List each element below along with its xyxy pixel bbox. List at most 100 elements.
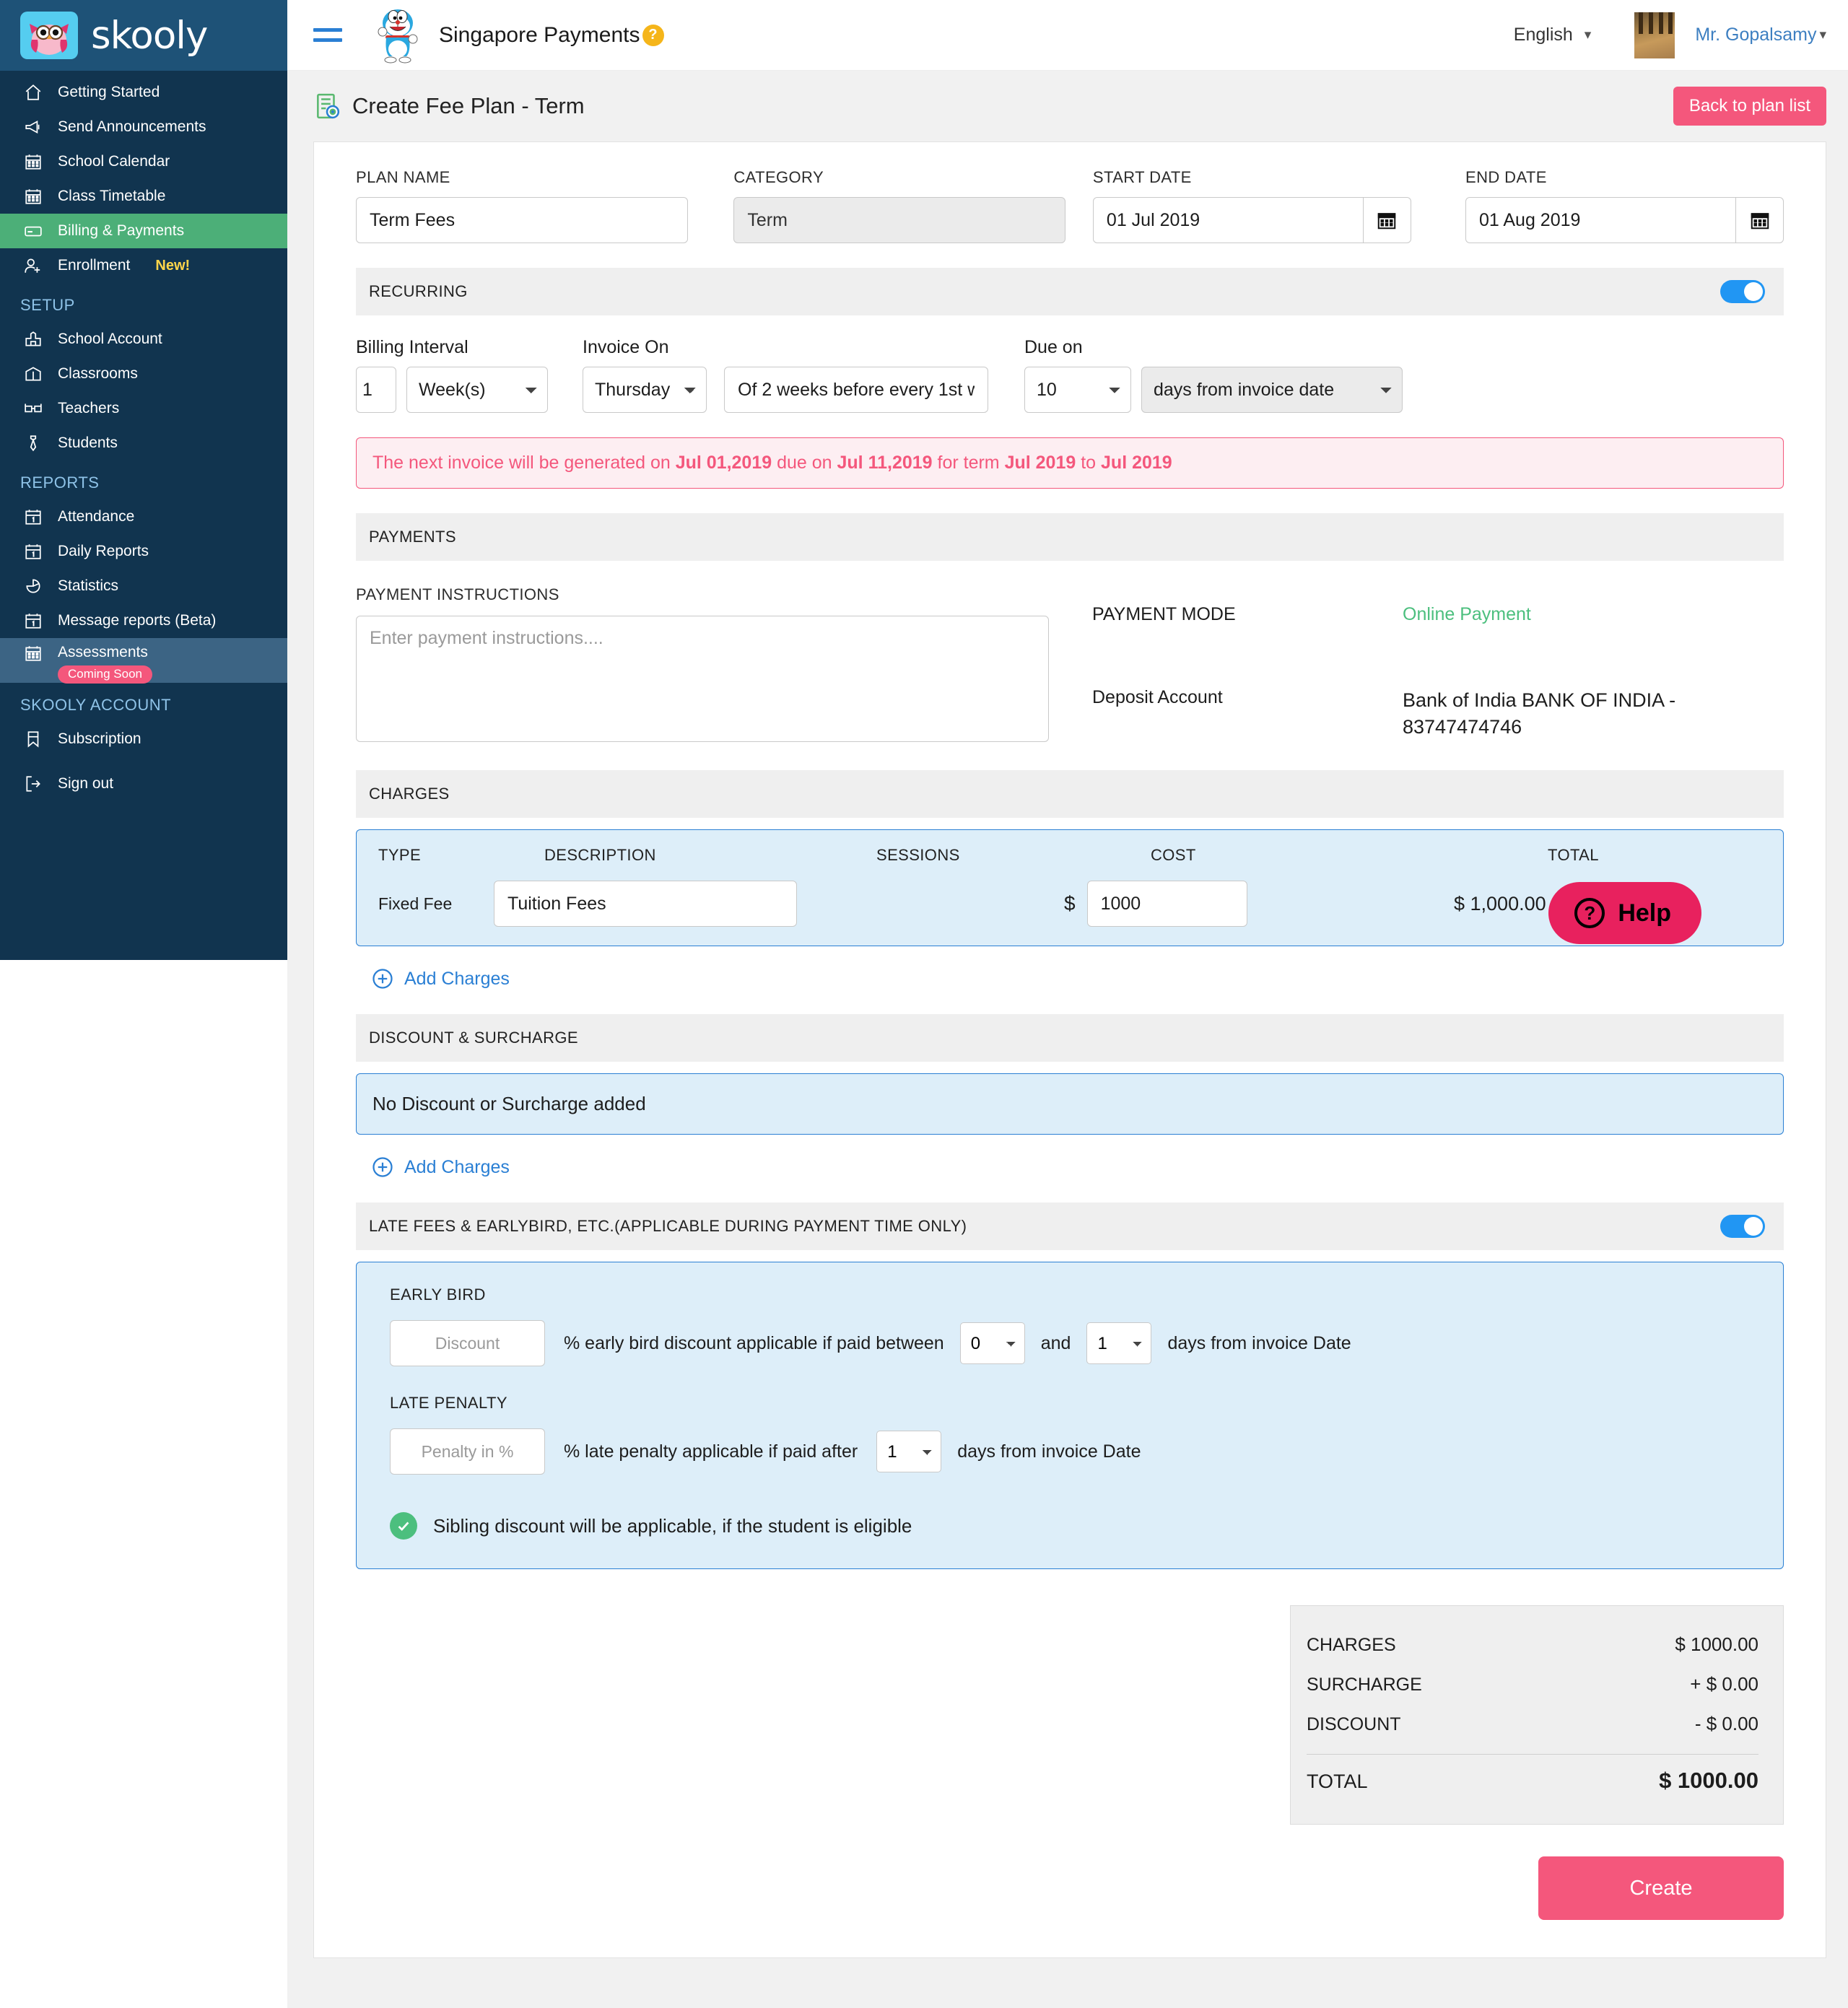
sidebar-item-billing-payments[interactable]: Billing & Payments <box>0 214 287 248</box>
sidebar-item-send-announcements[interactable]: Send Announcements <box>0 110 287 144</box>
billing-interval-unit-select[interactable]: Week(s) <box>406 367 548 413</box>
plan-name-input[interactable] <box>356 197 688 243</box>
summary-charges-row: CHARGES $ 1000.00 <box>1307 1625 1758 1664</box>
due-on-field: Due on 10 days from invoice date <box>1024 337 1403 413</box>
payment-instructions-textarea[interactable] <box>356 616 1049 742</box>
billing-interval-count-select[interactable]: 1 <box>356 367 396 413</box>
late-penalty-row: % late penalty applicable if paid after … <box>390 1428 1761 1475</box>
invoice-on-day-select[interactable]: Thursday <box>583 367 707 413</box>
start-date-input[interactable] <box>1092 197 1364 243</box>
late-penalty-suffix: days from invoice Date <box>957 1441 1141 1462</box>
recurring-toggle[interactable] <box>1720 280 1765 303</box>
charge-type-value: Fixed Fee <box>378 894 453 913</box>
avatar[interactable] <box>1634 12 1675 58</box>
sidebar-item-classrooms[interactable]: Classrooms <box>0 357 287 391</box>
summary-total-label: TOTAL <box>1307 1771 1368 1792</box>
sidebar-item-attendance[interactable]: Attendance <box>0 499 287 534</box>
fee-plan-icon <box>313 92 341 121</box>
late-fees-toggle[interactable] <box>1720 1215 1765 1238</box>
sidebar-item-label: School Account <box>58 331 162 347</box>
category-input <box>733 197 1066 243</box>
content-wrapper: PLAN NAME CATEGORY START DATE <box>287 141 1848 2008</box>
recurring-controls: Billing Interval 1 Week(s) Invoice On Th… <box>356 337 1784 413</box>
due-on-value-select[interactable]: 10 <box>1024 367 1131 413</box>
fee-plan-form-card: PLAN NAME CATEGORY START DATE <box>313 141 1826 1958</box>
payment-mode-label: PAYMENT MODE <box>1092 604 1236 624</box>
deposit-account-label: Deposit Account <box>1092 687 1223 707</box>
charge-cost-input[interactable] <box>1086 881 1247 927</box>
early-bird-from-select[interactable]: 0 <box>959 1322 1025 1364</box>
early-bird-to-select[interactable]: 1 <box>1086 1322 1152 1364</box>
sidebar-item-assessments[interactable]: Assessments Coming Soon <box>0 638 287 684</box>
app-root: skooly Getting Started Send Announcement… <box>0 0 1848 2008</box>
charges-header-total: TOTAL <box>1548 846 1599 864</box>
summary-discount-label: DISCOUNT <box>1307 1714 1401 1734</box>
summary-surcharge-value: + $ 0.00 <box>1690 1673 1758 1695</box>
sidebar-item-school-calendar[interactable]: School Calendar <box>0 144 287 179</box>
classroom-icon <box>24 365 43 383</box>
due-on-unit-select[interactable]: days from invoice date <box>1141 367 1403 413</box>
chevron-down-icon: ▾ <box>1819 27 1826 43</box>
charges-section-header: CHARGES <box>356 770 1784 818</box>
payments-title: PAYMENTS <box>369 528 456 546</box>
create-button[interactable]: Create <box>1538 1856 1784 1920</box>
hamburger-icon[interactable] <box>313 28 342 42</box>
charges-header-description: DESCRIPTION <box>544 846 656 864</box>
charge-description-input[interactable] <box>494 881 797 927</box>
payment-mode-value: Online Payment <box>1403 604 1531 624</box>
add-charges-button[interactable]: Add Charges <box>372 968 1784 990</box>
sidebar-item-daily-reports[interactable]: Daily Reports <box>0 534 287 569</box>
back-to-plan-list-button[interactable]: Back to plan list <box>1673 87 1826 126</box>
start-date-calendar-icon[interactable] <box>1363 197 1411 243</box>
question-circle-icon: ? <box>1574 898 1605 928</box>
sidebar-item-label: School Calendar <box>58 153 170 170</box>
sidebar-item-label: Students <box>58 435 118 451</box>
sidebar-item-getting-started[interactable]: Getting Started <box>0 75 287 110</box>
help-widget-button[interactable]: ? Help <box>1548 882 1701 944</box>
sidebar-item-students[interactable]: Students <box>0 426 287 460</box>
sibling-discount-text: Sibling discount will be applicable, if … <box>433 1514 912 1537</box>
late-fees-title: LATE FEES & EARLYBIRD, ETC.(APPLICABLE D… <box>369 1217 967 1235</box>
brand-header[interactable]: skooly <box>0 0 287 71</box>
summary-charges-label: CHARGES <box>1307 1635 1396 1655</box>
early-bird-discount-input[interactable] <box>390 1320 545 1366</box>
sidebar-item-sign-out[interactable]: Sign out <box>0 767 287 801</box>
signout-icon <box>24 774 43 793</box>
sidebar-item-message-reports[interactable]: Message reports (Beta) <box>0 603 287 638</box>
sidebar-item-statistics[interactable]: Statistics <box>0 569 287 603</box>
invoice-on-rule-input[interactable] <box>724 367 988 413</box>
chevron-down-icon: ▾ <box>1584 27 1592 43</box>
end-date-calendar-icon[interactable] <box>1736 197 1784 243</box>
student-tie-icon <box>24 434 43 453</box>
sidebar-item-teachers[interactable]: Teachers <box>0 391 287 426</box>
sidebar-item-class-timetable[interactable]: Class Timetable <box>0 179 287 214</box>
sidebar-item-label: Daily Reports <box>58 543 149 559</box>
sidebar-item-subscription[interactable]: Subscription <box>0 722 287 756</box>
create-wrapper: Create <box>356 1856 1784 1920</box>
help-question-icon[interactable]: ? <box>642 24 664 46</box>
plan-name-field: PLAN NAME <box>356 168 688 243</box>
due-on-label: Due on <box>1024 337 1083 357</box>
add-charges-label: Add Charges <box>404 968 510 989</box>
charge-total-value: $ 1,000.00 <box>1454 892 1546 914</box>
end-date-input[interactable] <box>1465 197 1736 243</box>
sidebar: skooly Getting Started Send Announcement… <box>0 0 287 960</box>
user-menu[interactable]: Mr. Gopalsamy ▾ <box>1695 25 1826 45</box>
early-bird-suffix: days from invoice Date <box>1167 1332 1351 1353</box>
summary-total-row: TOTAL $ 1000.00 <box>1307 1759 1758 1802</box>
sidebar-item-label: Enrollment <box>58 257 131 274</box>
language-selector[interactable]: English ▾ <box>1514 25 1592 45</box>
sidebar-item-school-account[interactable]: School Account <box>0 322 287 357</box>
sidebar-item-enrollment[interactable]: Enrollment New! <box>0 248 287 283</box>
sidebar-item-label: Statistics <box>58 577 119 594</box>
top-bar-right: English ▾ Mr. Gopalsamy ▾ <box>1514 12 1826 58</box>
add-discount-charges-button[interactable]: Add Charges <box>372 1156 1784 1178</box>
early-bird-text: % early bird discount applicable if paid… <box>564 1332 944 1353</box>
late-penalty-days-select[interactable]: 1 <box>876 1431 942 1472</box>
payments-section-header: PAYMENTS <box>356 513 1784 561</box>
late-penalty-input[interactable] <box>390 1428 545 1475</box>
sidebar-item-label: Billing & Payments <box>58 222 185 239</box>
end-date-control <box>1465 197 1784 243</box>
payment-mode-row: PAYMENT MODE Online Payment <box>1092 604 1784 625</box>
sidebar-item-label: Classrooms <box>58 365 138 382</box>
